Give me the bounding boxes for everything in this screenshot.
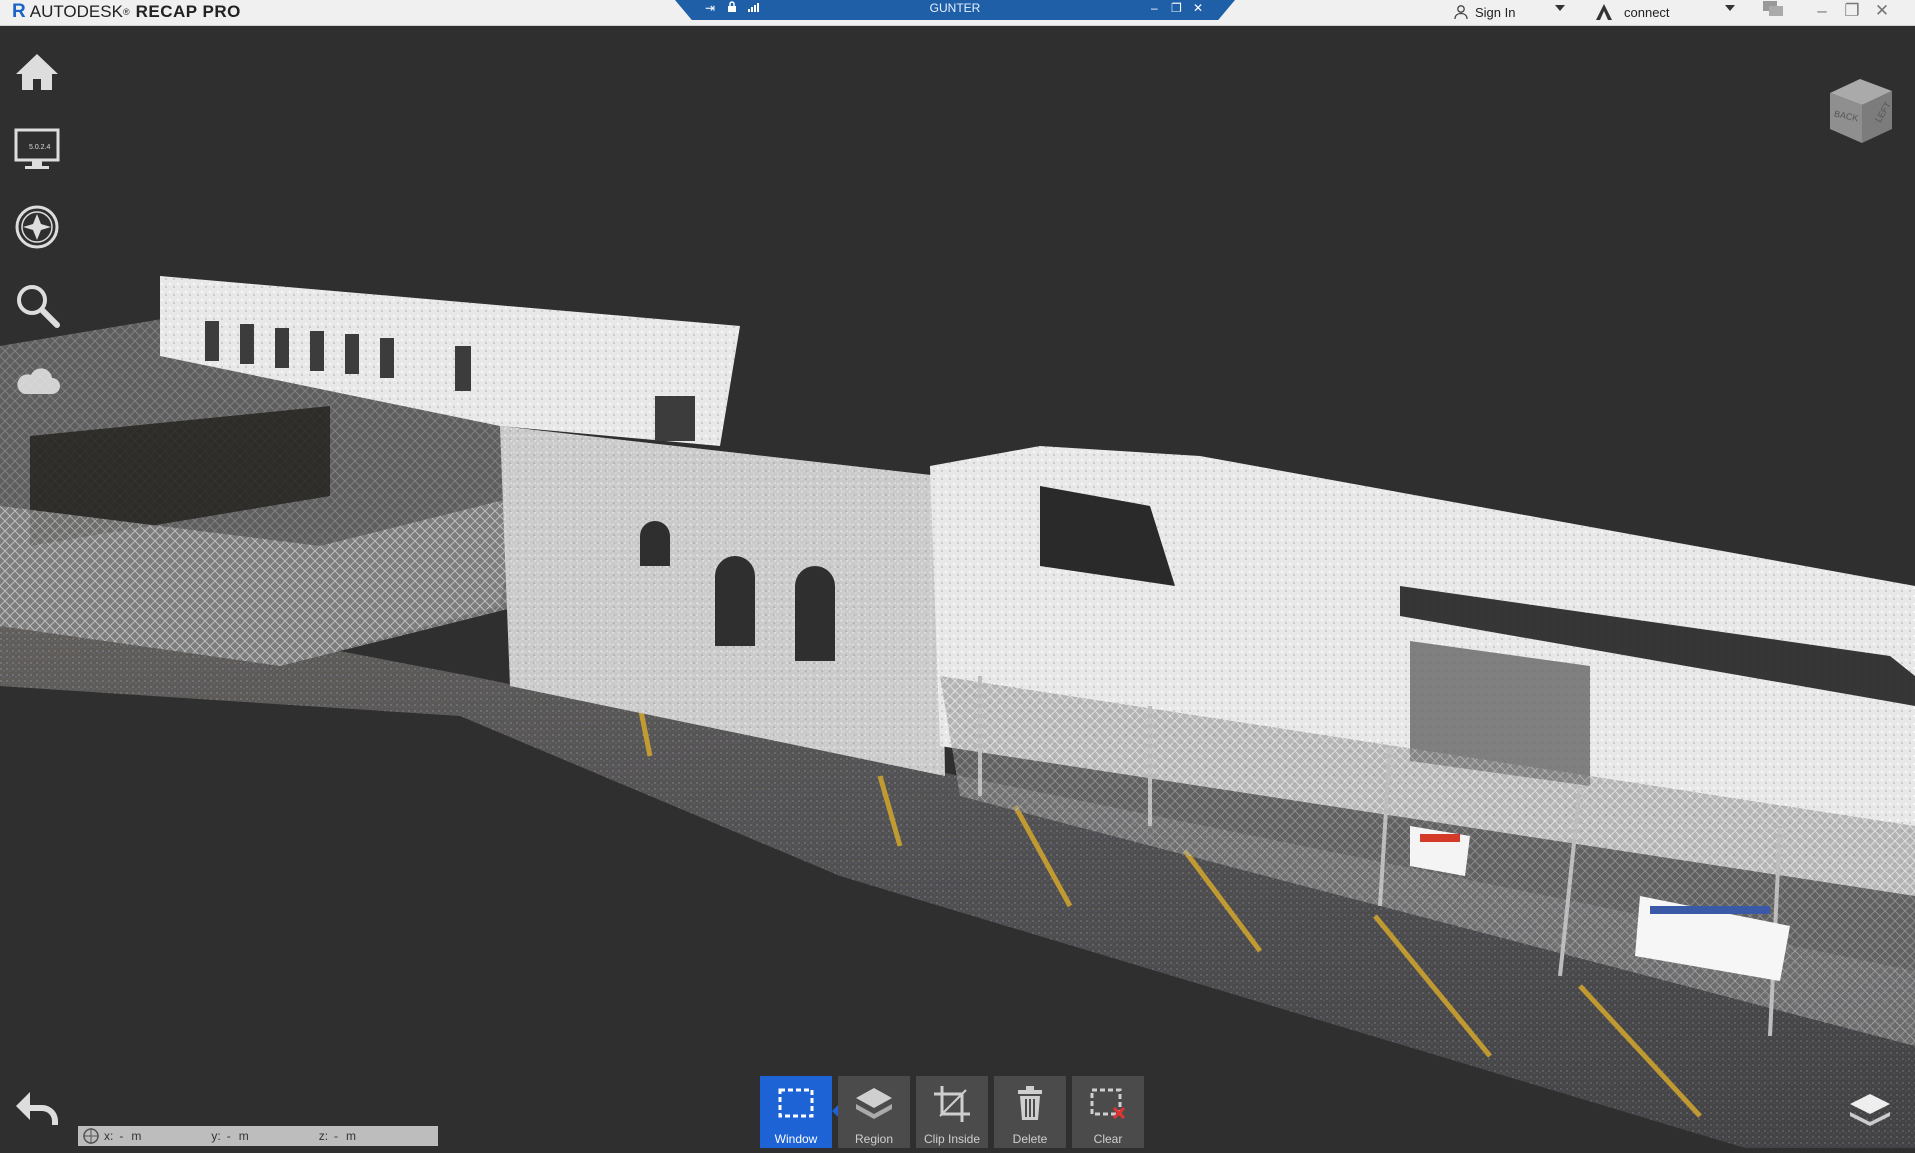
z-coordinate-value: - — [334, 1129, 339, 1143]
user-icon — [1454, 5, 1468, 20]
display-version-badge: 5.0.2.4 — [29, 144, 51, 151]
view-cube[interactable]: BACK LEFT — [1820, 71, 1900, 151]
y-coordinate-label: y: — [211, 1129, 221, 1143]
back-arrow-icon — [16, 1092, 58, 1125]
region-tool-label: Region — [854, 1132, 894, 1146]
remote-close-icon[interactable]: ✕ — [1193, 1, 1203, 15]
navigate-button[interactable] — [12, 202, 62, 252]
point-cloud-viewport[interactable]: 5.0.2.4 BACK LEFT — [0, 26, 1915, 1148]
crop-icon — [934, 1086, 970, 1122]
crosshair-icon — [83, 1128, 99, 1144]
feedback-icon[interactable] — [1758, 0, 1788, 24]
clear-tool-label: Clear — [1093, 1132, 1123, 1146]
y-coordinate-unit: m — [238, 1129, 249, 1143]
region-tool[interactable]: Region — [838, 1076, 910, 1148]
close-icon[interactable]: ✕ — [1867, 0, 1897, 24]
x-coordinate-value: - — [119, 1129, 124, 1143]
home-icon — [16, 54, 58, 90]
clip-inside-tool-label: Clip Inside — [923, 1132, 981, 1146]
delete-tool[interactable]: Delete — [994, 1076, 1066, 1148]
y-coordinate-value: - — [226, 1129, 231, 1143]
trash-icon — [1018, 1086, 1042, 1120]
window-tool[interactable]: Window — [760, 1076, 832, 1148]
app-logo: R AUTODESK ® RECAP PRO — [12, 1, 241, 22]
remote-session-bar: ⇥ GUNTER – ❐ ✕ — [675, 0, 1235, 20]
point-cloud-scene — [0, 276, 1915, 1148]
region-layers-icon — [856, 1088, 892, 1119]
window-select-icon — [778, 1088, 814, 1118]
sign-in-label: Sign In — [1475, 4, 1516, 20]
display-settings-button[interactable]: 5.0.2.4 — [12, 124, 62, 174]
brand-name: AUTODESK — [29, 2, 123, 21]
connect-dropdown-icon[interactable] — [1725, 5, 1735, 11]
minimize-icon[interactable]: – — [1807, 0, 1837, 24]
delete-tool-label: Delete — [1012, 1132, 1048, 1146]
home-button[interactable] — [12, 46, 62, 96]
product-name: RECAP PRO — [135, 2, 241, 21]
selection-toolbar: Window Region Clip Inside Delete Clear — [760, 1076, 1144, 1148]
clip-inside-tool[interactable]: Clip Inside — [916, 1076, 988, 1148]
autodesk-a-icon — [1596, 4, 1612, 20]
compass-icon — [15, 205, 59, 249]
window-tool-label: Window — [774, 1132, 818, 1146]
sign-in-button[interactable]: Sign In — [1453, 2, 1515, 22]
clear-tool[interactable]: Clear — [1072, 1076, 1144, 1148]
coordinates-bar: x: - m y: - m z: - m — [78, 1126, 438, 1146]
back-button[interactable] — [12, 1086, 62, 1130]
clear-selection-icon — [1090, 1088, 1126, 1120]
sign-in-dropdown-icon[interactable] — [1555, 5, 1565, 11]
search-icon — [17, 285, 60, 328]
layers-icon — [1850, 1094, 1890, 1126]
cloud-button[interactable] — [12, 356, 62, 406]
recap-logo-letter: R — [12, 1, 26, 22]
x-coordinate-label: x: — [104, 1129, 114, 1143]
remote-minimize-icon[interactable]: – — [1151, 1, 1158, 15]
remote-restore-icon[interactable]: ❐ — [1171, 1, 1182, 15]
layers-button[interactable] — [1848, 1088, 1892, 1132]
cloud-icon — [17, 368, 60, 394]
z-coordinate-label: z: — [318, 1129, 329, 1143]
z-coordinate-unit: m — [346, 1129, 357, 1143]
search-button[interactable] — [12, 280, 62, 330]
x-coordinate-unit: m — [131, 1129, 142, 1143]
maximize-icon[interactable]: ❐ — [1837, 0, 1867, 24]
title-bar: R AUTODESK ® RECAP PRO ⇥ GUNTER – ❐ ✕ Si… — [0, 0, 1915, 26]
connect-label: connect — [1624, 4, 1670, 20]
connect-button[interactable]: connect — [1594, 2, 1670, 22]
